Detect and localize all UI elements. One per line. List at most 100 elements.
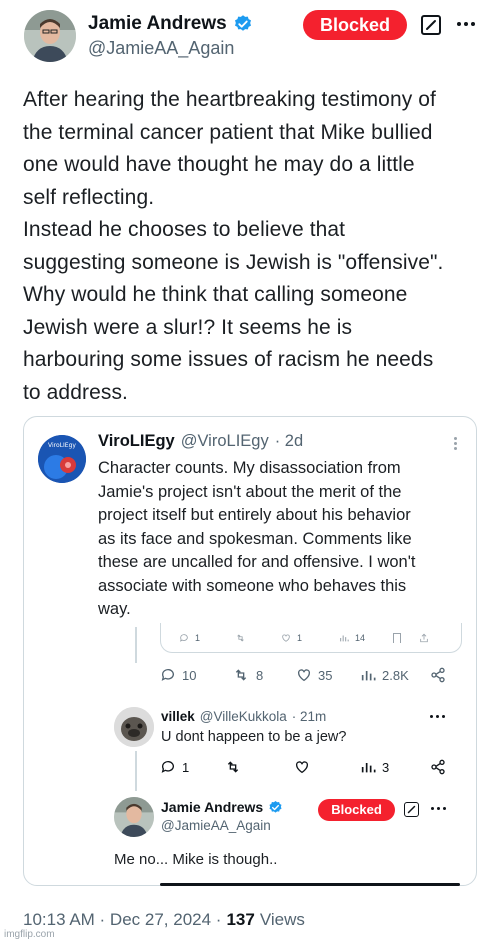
retweet-action[interactable]: 8 xyxy=(232,667,263,683)
nested-jamie-avatar[interactable] xyxy=(114,797,154,837)
virolieggy-avatar[interactable]: ViroLIEgy xyxy=(38,435,86,483)
verified-badge-icon xyxy=(234,15,251,31)
person-photo-icon xyxy=(24,10,76,62)
avatar-text: ViroLIEgy xyxy=(48,442,76,449)
villek-like-action[interactable] xyxy=(294,759,310,775)
tweet-line: self reflecting. xyxy=(23,185,155,209)
reply-icon xyxy=(161,669,174,681)
author-name-row: Jamie Andrews xyxy=(88,12,253,36)
quoted-line: project itself but entirely about his be… xyxy=(98,506,411,524)
quoted-line: these are uncalled for and offensive. I … xyxy=(98,553,416,571)
blocked-button[interactable]: Blocked xyxy=(303,10,407,40)
quoted-more-icon[interactable] xyxy=(454,437,457,450)
partial-bookmark-icon[interactable] xyxy=(393,633,401,643)
views-count: 2.8K xyxy=(382,667,409,683)
retweet-icon xyxy=(237,634,244,642)
verified-badge-icon xyxy=(269,800,282,813)
heart-icon xyxy=(282,634,290,642)
views-icon xyxy=(340,635,349,642)
quoted-author-handle[interactable]: @ViroLIEgy xyxy=(181,432,269,451)
nested-jamie-name-row: Jamie Andrews xyxy=(161,799,283,815)
nested-jamie-handle[interactable]: @JamieAA_Again xyxy=(161,818,271,833)
like-count: 35 xyxy=(318,667,333,683)
tweet-line: Instead he chooses to believe that xyxy=(23,218,346,241)
nested-more-icon[interactable] xyxy=(431,807,446,810)
partial-like-action[interactable]: 1 xyxy=(281,633,302,643)
quoted-time[interactable]: · 2d xyxy=(275,432,303,451)
quoted-line: associate with someone who behaves this xyxy=(98,576,407,595)
partial-views-action[interactable]: 14 xyxy=(339,633,365,643)
views-icon xyxy=(361,763,376,773)
views-count: 137 xyxy=(226,910,255,929)
emu-photo-icon xyxy=(114,707,154,747)
villek-time[interactable]: · 21m xyxy=(292,709,327,724)
reply-icon xyxy=(180,634,188,642)
like-count: 1 xyxy=(297,633,303,643)
person-photo-icon xyxy=(114,797,154,837)
tweet-line: harbouring some issues of racism he need… xyxy=(23,348,434,371)
tweet-line: one would have thought he may do a littl… xyxy=(23,153,415,176)
like-action[interactable]: 35 xyxy=(296,667,332,683)
nested-edit-icon[interactable] xyxy=(404,802,419,817)
reply-count: 1 xyxy=(195,633,201,643)
heart-icon xyxy=(298,669,310,682)
reply-icon xyxy=(161,761,174,773)
partial-retweet-action[interactable] xyxy=(235,633,246,643)
views-count: 14 xyxy=(355,633,366,643)
tweet-line: After hearing the heartbreaking testimon… xyxy=(23,88,436,111)
villek-handle[interactable]: @VilleKukkola xyxy=(200,709,287,724)
villek-views-action[interactable]: 3 xyxy=(360,759,389,775)
thread-line xyxy=(135,627,137,663)
reply-action[interactable]: 10 xyxy=(160,667,196,683)
share-icon[interactable] xyxy=(430,667,446,683)
quoted-line: Jamie's project isn't about the merit of… xyxy=(98,482,402,501)
tweet-timestamp[interactable]: 10:13 AM · Dec 27, 2024 · xyxy=(23,910,221,930)
reply-count: 1 xyxy=(182,759,190,775)
author-handle[interactable]: @JamieAA_Again xyxy=(88,38,234,59)
partial-share-icon[interactable] xyxy=(419,633,429,643)
more-options-icon[interactable] xyxy=(457,22,475,26)
villek-share-icon[interactable] xyxy=(430,759,446,775)
tweet-line: Jewish were a slur!? It seems he is xyxy=(23,315,353,339)
tweet-line: Why would he think that calling someone xyxy=(23,283,408,306)
tweet-line: to address. xyxy=(23,380,128,404)
heart-icon xyxy=(296,761,308,774)
quoted-text: Character counts. My disassociation from… xyxy=(98,457,468,622)
retweet-icon xyxy=(227,761,239,773)
views-count: 3 xyxy=(382,759,390,775)
virus-logo-icon: ViroLIEgy xyxy=(38,435,86,483)
reply-count: 10 xyxy=(182,667,197,683)
villek-reply-action[interactable]: 1 xyxy=(160,759,189,775)
villek-header: villek @VilleKukkola · 21m xyxy=(161,709,326,724)
tweet-line: the terminal cancer patient that Mike bu… xyxy=(23,120,433,144)
views-action[interactable]: 2.8K xyxy=(360,667,409,683)
partial-reply-action[interactable]: 1 xyxy=(179,633,200,643)
quoted-line: way. xyxy=(98,600,131,618)
quoted-author-name[interactable]: ViroLIEgy xyxy=(98,432,175,451)
embedded-tweet-partial[interactable]: 1 1 14 xyxy=(160,623,462,653)
quoted-header: ViroLIEgy @ViroLIEgy · 2d xyxy=(98,432,303,451)
villek-retweet-action[interactable] xyxy=(224,759,242,775)
views-label: Views xyxy=(259,910,305,929)
tweet-line: suggesting someone is Jewish is "offensi… xyxy=(23,250,444,274)
quoted-tweet-card[interactable]: ViroLIEgy ViroLIEgy @ViroLIEgy · 2d Char… xyxy=(23,416,477,886)
imgflip-watermark: imgflip.com xyxy=(4,929,55,940)
villek-avatar[interactable] xyxy=(114,707,154,747)
villek-more-icon[interactable] xyxy=(430,715,445,718)
tweet-timestamp-row: 10:13 AM · Dec 27, 2024 · 137 Views xyxy=(23,910,305,930)
villek-name[interactable]: villek xyxy=(161,709,195,724)
retweet-icon xyxy=(235,669,247,681)
villek-reply-text: U dont happeen to be a jew? xyxy=(161,729,347,745)
quoted-line: Character counts. My disassociation from xyxy=(98,459,401,477)
thread-line xyxy=(135,751,137,791)
nested-blocked-button[interactable]: Blocked xyxy=(318,799,395,821)
edit-icon[interactable] xyxy=(421,15,441,35)
author-name[interactable]: Jamie Andrews xyxy=(88,13,227,35)
nested-jamie-name[interactable]: Jamie Andrews xyxy=(161,799,263,815)
card-bottom-divider xyxy=(160,883,460,886)
author-avatar[interactable] xyxy=(24,10,76,62)
nested-jamie-text: Me no... Mike is though.. xyxy=(114,851,278,868)
views-icon xyxy=(361,671,376,681)
retweet-count: 8 xyxy=(256,667,264,683)
tweet-text: After hearing the heartbreaking testimon… xyxy=(23,84,493,409)
